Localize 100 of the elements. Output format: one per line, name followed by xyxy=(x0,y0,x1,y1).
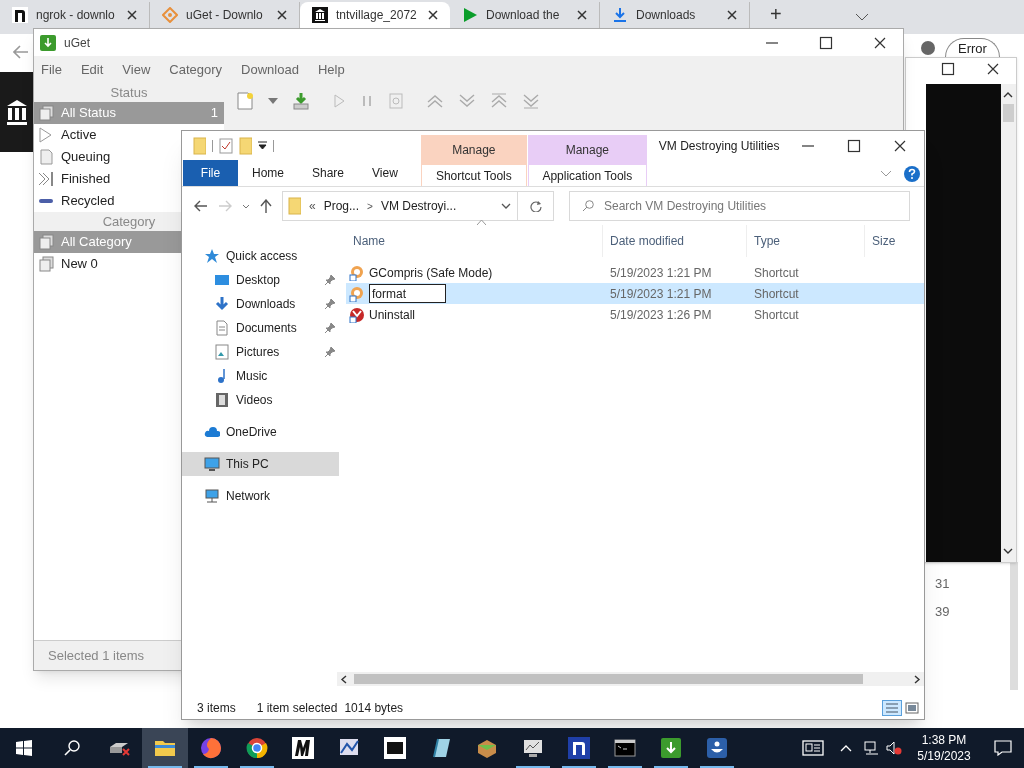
scrollbar-thumb[interactable] xyxy=(354,674,863,684)
close-icon[interactable] xyxy=(577,10,587,20)
caret-icon[interactable] xyxy=(268,98,278,104)
breadcrumb[interactable]: VM Destroyi... xyxy=(380,197,457,215)
sidebar-item[interactable]: New 0 xyxy=(34,253,181,275)
pin-icon[interactable] xyxy=(325,323,335,333)
play-outline-icon xyxy=(38,127,54,143)
taskbar-app[interactable] xyxy=(142,728,188,768)
overflow-chevron[interactable]: « xyxy=(309,197,316,215)
back-arrow-icon[interactable] xyxy=(194,200,208,212)
nav-item[interactable]: Documents xyxy=(182,316,339,340)
scroll-up-icon[interactable] xyxy=(1003,92,1013,98)
menu-item[interactable]: Category xyxy=(169,59,223,80)
sidebar-item[interactable]: Finished xyxy=(34,168,181,190)
menu-item[interactable]: View xyxy=(122,59,151,80)
tab-title: tntvillage_2072 xyxy=(336,7,417,24)
menu-item[interactable]: Download xyxy=(241,59,299,80)
chevron-down-icon[interactable] xyxy=(501,203,511,209)
scrollbar-thumb[interactable] xyxy=(1003,104,1014,122)
checklist-icon[interactable] xyxy=(219,137,233,154)
sidebar-item[interactable]: Recycled xyxy=(34,190,181,212)
column-header[interactable]: Name xyxy=(346,225,603,257)
refresh-button[interactable] xyxy=(518,191,554,221)
menu-item[interactable]: Help xyxy=(317,59,345,80)
browser-tab[interactable]: tntvillage_2072 xyxy=(300,2,450,28)
profile-icon[interactable] xyxy=(921,41,935,55)
ribbon-tab[interactable]: Application Tools xyxy=(527,165,647,186)
pin-icon[interactable] xyxy=(325,299,335,309)
breadcrumb[interactable]: Prog... xyxy=(323,197,360,215)
network-icon[interactable] xyxy=(864,741,880,755)
column-header[interactable]: Date modified xyxy=(603,225,747,257)
maximize-icon[interactable] xyxy=(847,139,861,153)
nav-item[interactable]: This PC xyxy=(182,452,339,476)
nav-item[interactable]: Quick access xyxy=(182,244,339,268)
close-icon[interactable] xyxy=(873,35,887,50)
tab-title: uGet - Downlo xyxy=(186,7,263,24)
maximize-icon[interactable] xyxy=(941,62,955,76)
pin-icon[interactable] xyxy=(325,275,335,285)
column-header[interactable]: Size xyxy=(865,225,913,257)
m-logo-icon xyxy=(292,737,314,759)
clock[interactable]: 1:38 PM 5/19/2023 xyxy=(908,732,980,764)
ribbon-tab[interactable]: Home xyxy=(238,160,298,186)
sidebar-item[interactable]: Queuing xyxy=(34,146,181,168)
close-icon[interactable] xyxy=(893,139,907,153)
n-logo-icon xyxy=(568,737,590,759)
file-row[interactable]: GCompris (Safe Mode) 5/19/2023 1:21 PM Shortcut xyxy=(346,262,924,283)
file-tab[interactable]: File xyxy=(183,160,238,186)
chevron-down-icon[interactable] xyxy=(242,203,250,209)
nav-item[interactable]: Network xyxy=(182,484,339,508)
menu-item[interactable]: File xyxy=(41,59,62,80)
maximize-icon[interactable] xyxy=(819,35,833,50)
rename-field[interactable]: format xyxy=(369,284,446,303)
search-field[interactable]: Search VM Destroying Utilities xyxy=(569,191,910,221)
close-icon[interactable] xyxy=(277,10,287,20)
nav-item[interactable]: Videos xyxy=(182,388,339,412)
menu-item[interactable]: Edit xyxy=(80,59,104,80)
up-arrow-icon[interactable] xyxy=(260,199,272,213)
close-icon[interactable] xyxy=(986,62,1000,76)
nav-item[interactable]: Music xyxy=(182,364,339,388)
sidebar-item[interactable]: Active xyxy=(34,124,181,146)
download-icon xyxy=(612,7,628,23)
download-tray-icon[interactable] xyxy=(292,92,310,110)
ribbon-tab[interactable]: Share xyxy=(298,160,359,186)
scroll-left-icon[interactable] xyxy=(340,674,347,684)
muted-speaker-icon[interactable] xyxy=(886,741,902,755)
new-tab-button[interactable]: + xyxy=(770,4,782,24)
large-icons-view-icon[interactable] xyxy=(905,702,919,714)
chevron-up-icon[interactable] xyxy=(840,744,852,752)
nav-label: Downloads xyxy=(236,296,297,313)
star-icon xyxy=(204,248,220,264)
close-icon[interactable] xyxy=(727,10,737,20)
context-tab-header: Manage xyxy=(527,135,647,165)
nav-item[interactable]: Downloads xyxy=(182,292,339,316)
close-icon[interactable] xyxy=(127,10,137,20)
customize-icon[interactable] xyxy=(258,141,267,151)
item-count: 1 xyxy=(210,104,219,123)
pin-icon[interactable] xyxy=(325,347,335,357)
news-icon[interactable] xyxy=(802,740,824,756)
terminal-icon xyxy=(614,737,636,759)
error-button[interactable]: Error xyxy=(945,38,1000,57)
scroll-down-icon[interactable] xyxy=(1003,548,1013,554)
search-input[interactable]: Search VM Destroying Utilities xyxy=(604,197,909,215)
close-icon[interactable] xyxy=(428,10,438,20)
nav-item[interactable]: Pictures xyxy=(182,340,339,364)
column-header[interactable]: Type xyxy=(747,225,865,257)
ribbon-tab[interactable]: View xyxy=(358,160,412,186)
package-icon xyxy=(476,737,498,759)
address-bar[interactable]: « Prog... > VM Destroyi... xyxy=(282,191,518,221)
ribbon-tab[interactable]: Shortcut Tools xyxy=(420,165,527,186)
sort-up-icon[interactable] xyxy=(477,220,486,225)
file-row[interactable]: Uninstall 5/19/2023 1:26 PM Shortcut xyxy=(346,304,924,325)
round-browser-icon xyxy=(246,737,268,759)
notification-icon[interactable] xyxy=(994,740,1012,756)
chevron-down-icon[interactable] xyxy=(855,13,869,21)
file-row[interactable]: format 5/19/2023 1:21 PM Shortcut xyxy=(346,283,924,304)
nav-item[interactable]: OneDrive xyxy=(182,420,339,444)
scroll-right-icon[interactable] xyxy=(914,674,921,684)
table-cell-text: Shortcut xyxy=(753,264,800,282)
nav-item[interactable]: Desktop xyxy=(182,268,339,292)
help-icon[interactable] xyxy=(904,165,920,182)
